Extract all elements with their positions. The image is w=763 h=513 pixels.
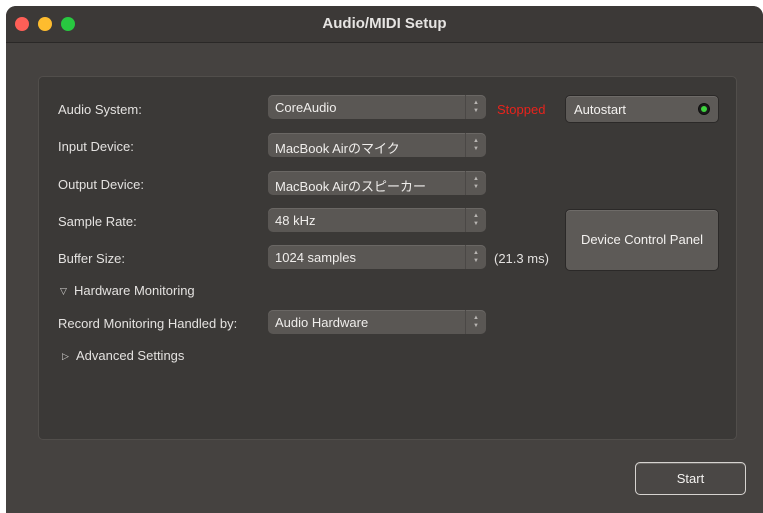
hardware-monitoring-disclosure[interactable]: ▽ Hardware Monitoring xyxy=(60,283,195,298)
sample-rate-value: 48 kHz xyxy=(275,213,316,228)
autostart-led-icon xyxy=(698,103,710,115)
input-device-label: Input Device: xyxy=(58,139,134,154)
audio-system-label: Audio System: xyxy=(58,102,142,117)
device-control-panel-label: Device Control Panel xyxy=(580,232,704,247)
start-button[interactable]: Start xyxy=(635,462,746,495)
audio-engine-status: Stopped xyxy=(497,102,546,117)
audio-midi-setup-window: Audio/MIDI Setup Audio System: CoreAudio… xyxy=(6,6,763,513)
audio-system-select[interactable]: CoreAudio ▲ ▼ xyxy=(268,95,486,119)
buffer-size-label: Buffer Size: xyxy=(58,251,125,266)
record-monitoring-select[interactable]: Audio Hardware ▲ ▼ xyxy=(268,310,486,334)
hardware-monitoring-label: Hardware Monitoring xyxy=(74,283,195,298)
autostart-label: Autostart xyxy=(574,102,627,117)
input-device-value: MacBook Airのマイク xyxy=(275,141,400,156)
record-monitoring-label: Record Monitoring Handled by: xyxy=(58,316,238,331)
disclosure-closed-icon: ▷ xyxy=(62,351,69,361)
chevron-updown-icon: ▲ ▼ xyxy=(465,95,486,119)
input-device-select[interactable]: MacBook Airのマイク ▲ ▼ xyxy=(268,133,486,157)
disclosure-open-icon: ▽ xyxy=(60,286,67,296)
chevron-updown-icon: ▲ ▼ xyxy=(465,133,486,157)
buffer-size-value: 1024 samples xyxy=(275,250,356,265)
output-device-select[interactable]: MacBook Airのスピーカー ▲ ▼ xyxy=(268,171,486,195)
output-device-label: Output Device: xyxy=(58,177,144,192)
window-title: Audio/MIDI Setup xyxy=(322,15,447,32)
audio-system-value: CoreAudio xyxy=(275,100,337,115)
buffer-size-select[interactable]: 1024 samples ▲ ▼ xyxy=(268,245,486,269)
advanced-settings-label: Advanced Settings xyxy=(76,348,185,363)
device-control-panel-button[interactable]: Device Control Panel xyxy=(565,209,719,271)
title-bar: Audio/MIDI Setup xyxy=(6,6,763,43)
record-monitoring-value: Audio Hardware xyxy=(275,315,369,330)
sample-rate-label: Sample Rate: xyxy=(58,214,137,229)
autostart-button[interactable]: Autostart xyxy=(565,95,719,123)
output-device-value: MacBook Airのスピーカー xyxy=(275,179,426,194)
chevron-updown-icon: ▲ ▼ xyxy=(465,171,486,195)
buffer-latency-readout: (21.3 ms) xyxy=(494,251,549,266)
sample-rate-select[interactable]: 48 kHz ▲ ▼ xyxy=(268,208,486,232)
chevron-updown-icon: ▲ ▼ xyxy=(465,245,486,269)
start-label: Start xyxy=(676,471,705,486)
chevron-updown-icon: ▲ ▼ xyxy=(465,310,486,334)
chevron-updown-icon: ▲ ▼ xyxy=(465,208,486,232)
advanced-settings-disclosure[interactable]: ▷ Advanced Settings xyxy=(62,348,184,363)
